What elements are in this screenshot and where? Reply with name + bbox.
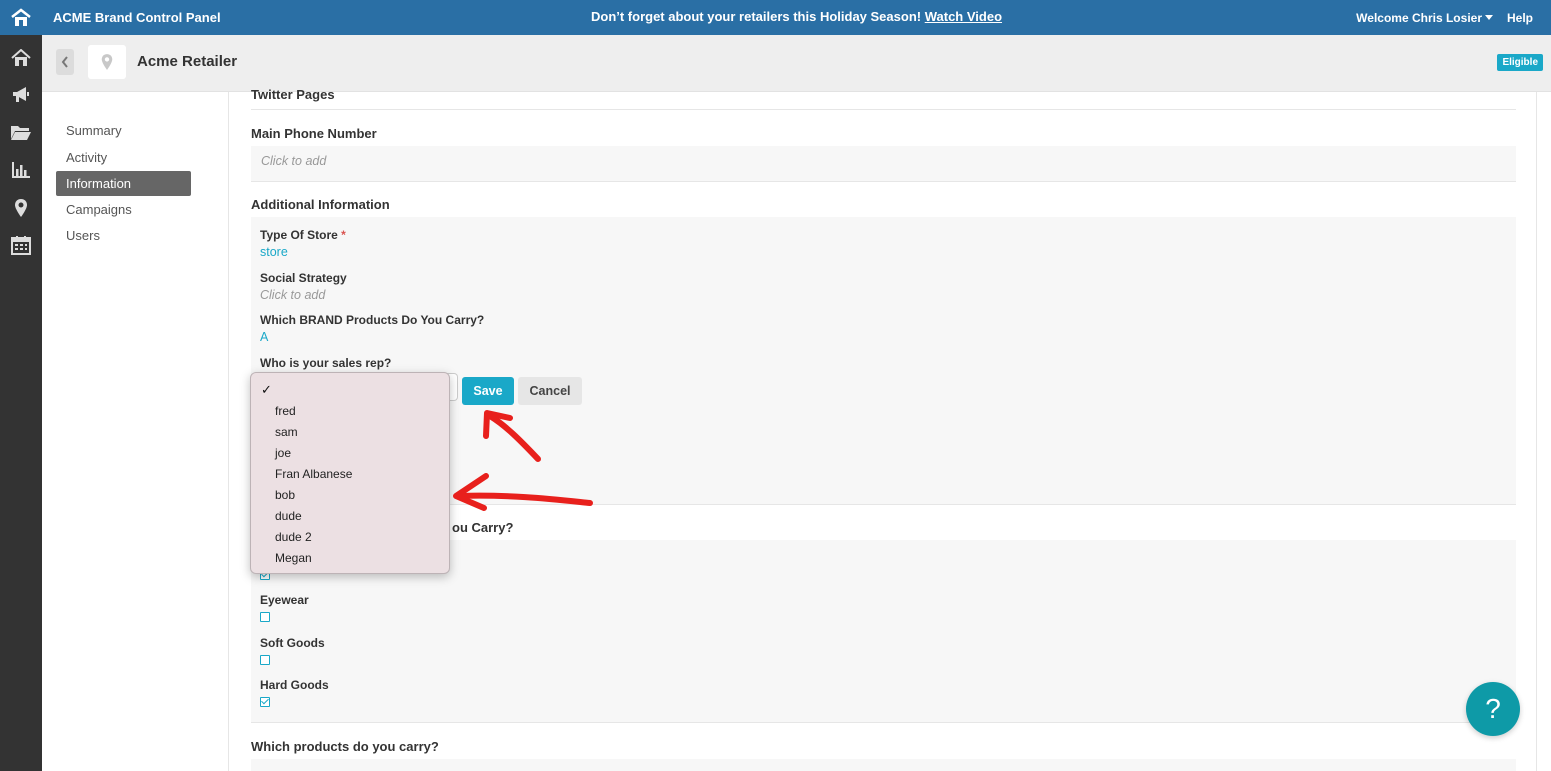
save-button[interactable]: Save <box>462 377 514 405</box>
dropdown-option-joe[interactable]: joe <box>275 446 291 460</box>
type-of-store-value[interactable]: store <box>260 245 288 259</box>
soft-goods-label: Soft Goods <box>260 636 325 650</box>
brand-products-value[interactable]: A <box>260 330 268 344</box>
type-of-store-label: Type Of Store * <box>260 228 346 242</box>
home-icon[interactable] <box>8 45 34 71</box>
dropdown-option-fred[interactable]: fred <box>275 404 296 418</box>
check-icon: ✓ <box>261 382 272 397</box>
dropdown-option-sam[interactable]: sam <box>275 425 298 439</box>
dropdown-option-bob[interactable]: bob <box>275 488 295 502</box>
home-logo-icon[interactable] <box>0 0 42 35</box>
sales-rep-label: Who is your sales rep? <box>260 356 392 370</box>
sidebar-item-activity[interactable]: Activity <box>56 145 191 171</box>
divider <box>251 109 1516 110</box>
megaphone-icon[interactable] <box>8 82 34 108</box>
dropdown-option-dude[interactable]: dude <box>275 509 302 523</box>
additional-info-title: Additional Information <box>251 197 390 212</box>
retailer-header: Acme Retailer Eligible <box>42 35 1551 92</box>
help-chat-button[interactable]: ? <box>1466 682 1520 736</box>
which-products-title: Which products do you carry? <box>251 739 439 754</box>
required-mark: * <box>341 228 346 242</box>
map-pin-icon[interactable] <box>8 195 34 221</box>
sales-rep-dropdown[interactable]: ✓ fred sam joe Fran Albanese bob dude du… <box>250 372 450 574</box>
hard-goods-checkbox[interactable] <box>260 697 270 707</box>
folder-icon[interactable] <box>8 119 34 145</box>
twitter-pages-title: Twitter Pages <box>251 87 335 102</box>
carry-section-title: ou Carry? <box>452 520 514 535</box>
sidebar-item-users[interactable]: Users <box>56 223 191 249</box>
dropdown-option-fran-albanese[interactable]: Fran Albanese <box>275 467 352 481</box>
side-nav: Summary Activity Information Campaigns U… <box>56 118 191 250</box>
social-strategy-label: Social Strategy <box>260 271 347 285</box>
back-button[interactable] <box>56 49 74 75</box>
eyewear-label: Eyewear <box>260 593 309 607</box>
promo-text: Don’t forget about your retailers this H… <box>590 9 922 24</box>
cancel-button[interactable]: Cancel <box>518 377 582 405</box>
soft-goods-checkbox[interactable] <box>260 655 270 665</box>
which-products-box <box>251 759 1516 771</box>
dropdown-option-megan[interactable]: Megan <box>275 551 312 565</box>
sidebar-item-information[interactable]: Information <box>56 171 191 196</box>
icon-rail <box>0 0 42 771</box>
main-phone-field[interactable]: Click to add <box>251 146 1516 181</box>
eyewear-checkbox[interactable] <box>260 612 270 622</box>
brand-products-label: Which BRAND Products Do You Carry? <box>260 313 485 327</box>
watch-video-link[interactable]: Watch Video <box>925 9 1002 24</box>
divider <box>251 181 1516 182</box>
promo-banner: Don’t forget about your retailers this H… <box>42 9 1551 24</box>
chevron-left-icon <box>61 56 68 68</box>
help-link[interactable]: Help <box>1507 11 1533 25</box>
calendar-icon[interactable] <box>8 232 34 258</box>
status-badge: Eligible <box>1497 54 1543 71</box>
bar-chart-icon[interactable] <box>8 157 34 183</box>
map-pin-icon <box>101 54 113 70</box>
sidebar-item-campaigns[interactable]: Campaigns <box>56 197 191 223</box>
main-phone-title: Main Phone Number <box>251 126 377 141</box>
sidebar-item-summary[interactable]: Summary <box>56 118 191 144</box>
main-phone-placeholder: Click to add <box>261 154 327 168</box>
user-menu[interactable]: Welcome Chris Losier <box>1356 11 1493 25</box>
hard-goods-label: Hard Goods <box>260 678 329 692</box>
caret-down-icon <box>1485 15 1493 20</box>
top-bar: ACME Brand Control Panel Don’t forget ab… <box>42 0 1551 35</box>
divider <box>251 722 1516 723</box>
welcome-text: Welcome Chris Losier <box>1356 11 1482 25</box>
location-avatar <box>88 45 126 79</box>
social-strategy-placeholder[interactable]: Click to add <box>260 288 325 302</box>
dropdown-option-dude-2[interactable]: dude 2 <box>275 530 312 544</box>
page-title: Acme Retailer <box>137 53 238 70</box>
